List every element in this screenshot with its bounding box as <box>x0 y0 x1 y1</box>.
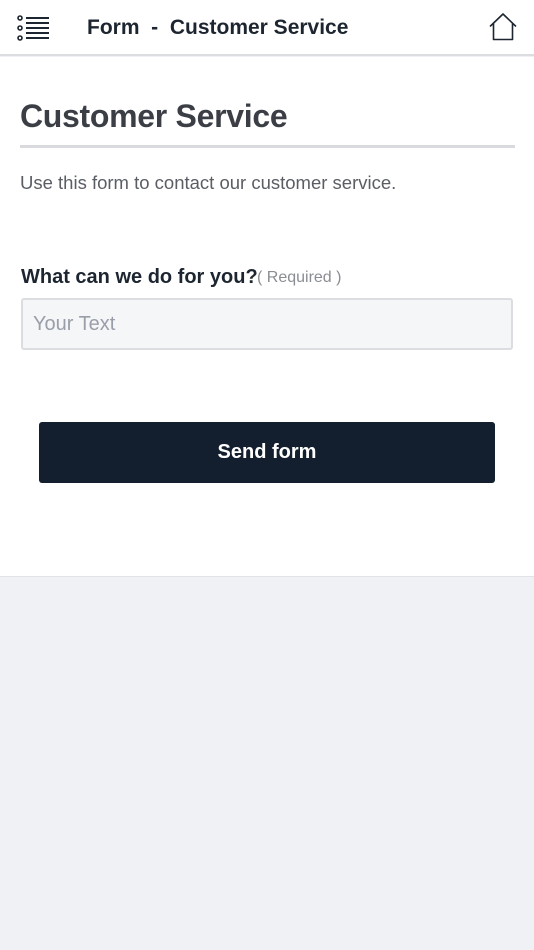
home-icon <box>489 13 517 41</box>
form-panel: Customer Service Use this form to contac… <box>0 57 534 577</box>
header-title: Form - Customer Service <box>87 16 349 39</box>
top-bar: Form - Customer Service <box>0 0 534 56</box>
send-form-button[interactable]: Send form <box>39 422 495 483</box>
menu-button[interactable] <box>16 14 50 42</box>
intro-text: Use this form to contact our customer se… <box>20 172 397 193</box>
list-menu-icon <box>17 15 49 41</box>
required-hint: ( Required ) <box>257 269 342 286</box>
field-label: What can we do for you? <box>21 266 258 288</box>
home-button[interactable] <box>488 12 518 42</box>
title-divider <box>20 145 515 148</box>
request-text-input[interactable] <box>21 298 513 350</box>
page-title: Customer Service <box>20 98 288 134</box>
